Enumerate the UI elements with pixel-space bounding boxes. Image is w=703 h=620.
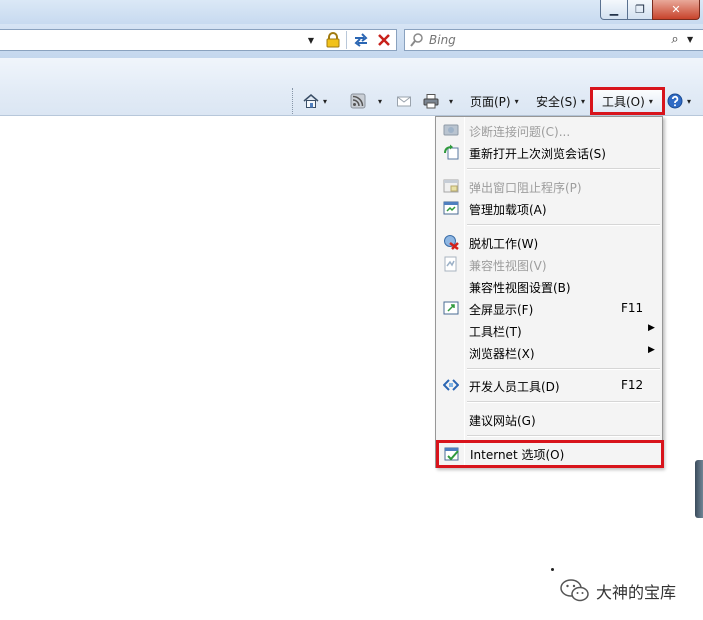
decorative-dot (551, 568, 554, 571)
tools-menu-label: 工具(O) (602, 94, 645, 109)
menu-item-diagnose-connection[interactable]: 诊断连接问题(C)... (438, 119, 660, 141)
menu-item-reopen-last-session[interactable]: 重新打开上次浏览会话(S) (438, 141, 660, 163)
menu-item-label: 脱机工作(W) (469, 237, 539, 251)
minimize-icon: ▁ (609, 3, 619, 16)
menu-separator (467, 401, 660, 403)
page-menu-button[interactable]: 页面(P) ▾ (470, 90, 519, 112)
restore-button[interactable]: ❐ (627, 0, 653, 20)
menu-separator (467, 168, 660, 170)
printer-icon (423, 94, 439, 109)
menu-item-work-offline[interactable]: 脱机工作(W) (438, 231, 660, 253)
popup-blocker-icon (443, 179, 459, 193)
menu-item-label: 重新打开上次浏览会话(S) (469, 147, 606, 161)
ie-window: ▁ ❐ ✕ ▼ Bing ⌕ ▼ ▾ ▾ ▾ 页面(P) ▾ 安全(S) ▾ 工… (0, 0, 703, 620)
menu-item-internet-options[interactable]: Internet 选项(O) (436, 440, 664, 468)
chevron-down-icon: ▼ (687, 35, 694, 44)
menu-item-label: 管理加载项(A) (469, 203, 547, 217)
print-button[interactable]: ▾ (423, 90, 453, 112)
menu-item-manage-addons[interactable]: 管理加载项(A) (438, 197, 660, 219)
feeds-button[interactable]: ▾ (350, 90, 382, 112)
menu-item-toolbars[interactable]: 工具栏(T) ▶ (438, 319, 660, 341)
chevron-down-icon: ▾ (580, 96, 585, 106)
manage-addons-icon (443, 201, 459, 215)
menu-item-label: Internet 选项(O) (470, 448, 565, 462)
lock-icon[interactable] (325, 32, 341, 48)
tools-menu: 诊断连接问题(C)... 重新打开上次浏览会话(S) 弹出窗口阻止程序(P) 管… (435, 116, 664, 468)
chevron-down-icon[interactable]: ▾ (449, 97, 453, 106)
tools-menu-button[interactable]: 工具(O) ▾ (590, 87, 665, 115)
address-bar[interactable]: ▼ (0, 29, 397, 51)
chevron-down-icon[interactable]: ▾ (378, 97, 382, 106)
submenu-arrow-icon: ▶ (648, 345, 655, 355)
menu-item-compatibility-view[interactable]: 兼容性视图(V) (438, 253, 660, 275)
menu-item-compatibility-view-settings[interactable]: 兼容性视图设置(B) (438, 275, 660, 297)
search-input[interactable] (429, 32, 649, 48)
compatibility-view-icon (444, 256, 457, 272)
watermark-text: 大神的宝库 (596, 583, 677, 602)
scrollbar-thumb[interactable] (695, 460, 703, 518)
reopen-session-icon (444, 144, 459, 160)
chevron-down-icon: ▾ (648, 96, 653, 106)
chevron-down-icon: ▾ (514, 96, 519, 106)
search-go-button[interactable]: ⌕ (667, 31, 683, 49)
developer-tools-icon (443, 379, 459, 391)
menu-item-shortcut: F11 (621, 301, 644, 315)
search-box[interactable]: ⌕ ▼ (404, 29, 703, 51)
menu-item-label: 建议网站(G) (469, 414, 536, 428)
chevron-down-icon[interactable]: ▾ (323, 97, 327, 106)
mail-button[interactable] (396, 90, 412, 112)
command-bar: ▾ ▾ ▾ 页面(P) ▾ 安全(S) ▾ 工具(O) ▾ ▾ (0, 58, 703, 116)
home-icon (303, 94, 319, 108)
network-diagnose-icon (443, 124, 459, 136)
title-bar: ▁ ❐ ✕ (0, 0, 703, 24)
minimize-button[interactable]: ▁ (600, 0, 628, 20)
stop-icon[interactable] (376, 31, 392, 49)
close-icon: ✕ (671, 3, 681, 16)
menu-item-popup-blocker[interactable]: 弹出窗口阻止程序(P) (438, 175, 660, 197)
menu-item-suggested-sites[interactable]: 建议网站(G) (438, 408, 660, 430)
magnifier-icon: ⌕ (671, 32, 679, 47)
menu-item-shortcut: F12 (621, 378, 644, 392)
menu-separator (467, 435, 660, 437)
menu-item-label: 开发人员工具(D) (469, 380, 560, 394)
menu-item-label: 弹出窗口阻止程序(P) (469, 181, 582, 195)
rss-feed-icon (350, 93, 366, 109)
safety-menu-label: 安全(S) (536, 94, 577, 109)
chevron-down-icon[interactable]: ▾ (687, 97, 691, 106)
menu-item-developer-tools[interactable]: 开发人员工具(D) F12 (438, 374, 660, 396)
address-dropdown-button[interactable]: ▼ (303, 30, 319, 50)
refresh-icon[interactable] (352, 32, 370, 48)
full-screen-icon (443, 301, 459, 315)
menu-item-full-screen[interactable]: 全屏显示(F) F11 (438, 297, 660, 319)
chevron-down-icon: ▼ (307, 35, 315, 45)
menu-item-label: 兼容性视图设置(B) (469, 281, 571, 295)
mail-icon (397, 96, 411, 107)
help-button[interactable]: ▾ (667, 90, 691, 112)
menu-separator (467, 368, 660, 370)
menu-separator (467, 224, 660, 226)
toolbar-grip[interactable] (292, 88, 294, 114)
menu-item-label: 兼容性视图(V) (469, 259, 547, 273)
watermark: 大神的宝库 (560, 576, 676, 606)
menu-item-label: 浏览器栏(X) (469, 347, 535, 361)
menu-item-label: 全屏显示(F) (469, 303, 534, 317)
menu-item-explorer-bars[interactable]: 浏览器栏(X) ▶ (438, 341, 660, 363)
menu-item-label: 诊断连接问题(C)... (469, 125, 571, 139)
safety-menu-button[interactable]: 安全(S) ▾ (536, 90, 585, 112)
help-icon (667, 93, 683, 109)
restore-icon: ❐ (635, 3, 645, 16)
internet-options-icon (444, 447, 459, 461)
search-options-button[interactable]: ▼ (687, 31, 699, 49)
page-menu-label: 页面(P) (470, 94, 511, 109)
bing-search-icon (410, 33, 423, 47)
wechat-icon (560, 579, 589, 602)
menu-item-label: 工具栏(T) (469, 325, 522, 339)
work-offline-icon (444, 235, 459, 250)
home-button[interactable]: ▾ (303, 90, 327, 112)
address-separator (346, 31, 347, 49)
submenu-arrow-icon: ▶ (648, 323, 655, 333)
address-row: ▼ ⌕ ▼ (0, 24, 703, 58)
close-button[interactable]: ✕ (652, 0, 700, 20)
